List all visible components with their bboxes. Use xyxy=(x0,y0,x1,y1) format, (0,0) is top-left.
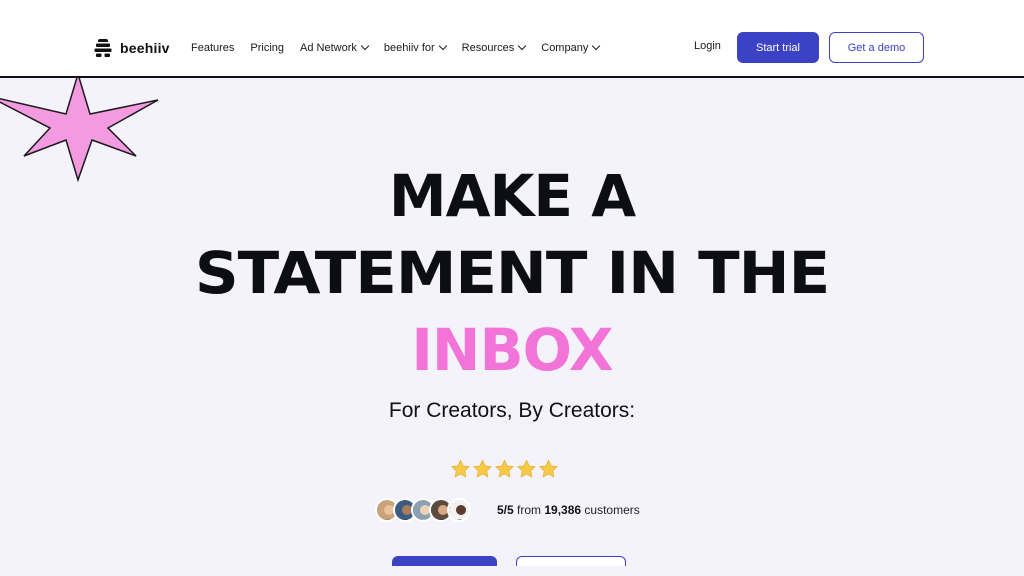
start-trial-button[interactable]: Start trial xyxy=(737,32,819,63)
customer-avatars xyxy=(375,498,471,522)
star-icon xyxy=(495,459,514,478)
hero-headline: MAKE A STATEMENT IN THE INBOX xyxy=(0,158,1024,389)
nav-item-beehiiv-for[interactable]: beehiiv for xyxy=(383,38,447,58)
headline-line-1: MAKE A xyxy=(388,162,636,230)
main-menu: Features Pricing Ad Network beehiiv for … xyxy=(191,38,615,58)
nav-item-pricing[interactable]: Pricing xyxy=(250,38,284,58)
nav-item-label: Features xyxy=(191,42,235,54)
hero-subtitle: For Creators, By Creators: xyxy=(388,399,636,422)
nav-item-label: beehiiv for xyxy=(383,42,435,54)
nav-item-label: Ad Network xyxy=(300,42,357,54)
rating-from: from xyxy=(517,503,542,517)
brand-logo[interactable]: beehiiv xyxy=(93,37,170,59)
hero-primary-button-partial[interactable] xyxy=(392,556,497,566)
nav-item-company[interactable]: Company xyxy=(541,38,601,58)
brand-name: beehiiv xyxy=(120,40,170,56)
headline-line-2: STATEMENT IN THE xyxy=(194,239,830,307)
hero-section: MAKE A STATEMENT IN THE INBOX For Creato… xyxy=(0,78,1024,576)
star-icon xyxy=(517,459,536,478)
avatar xyxy=(447,498,471,522)
login-link[interactable]: Login xyxy=(694,40,721,52)
top-nav: beehiiv Features Pricing Ad Network beeh… xyxy=(0,0,1024,78)
nav-item-features[interactable]: Features xyxy=(191,38,234,58)
star-icon xyxy=(473,459,492,478)
nav-item-label: Company xyxy=(541,42,589,54)
nav-item-label: Pricing xyxy=(250,42,285,54)
star-icon xyxy=(451,459,470,478)
rating-count: 19,386 xyxy=(544,503,582,517)
chevron-down-icon xyxy=(438,41,447,51)
nav-item-resources[interactable]: Resources xyxy=(461,38,527,58)
rating-summary: 5/5 from 19,386 customers xyxy=(497,503,640,517)
rating-customers: customers xyxy=(584,503,640,517)
rating-score: 5/5 xyxy=(497,503,514,517)
chevron-down-icon xyxy=(360,41,370,51)
nav-item-label: Resources xyxy=(461,42,515,54)
star-icon xyxy=(539,459,558,478)
get-demo-button[interactable]: Get a demo xyxy=(829,32,924,63)
chevron-down-icon xyxy=(518,41,527,51)
beehive-icon xyxy=(94,39,112,57)
nav-item-ad-network[interactable]: Ad Network xyxy=(300,38,370,58)
headline-accent: INBOX xyxy=(411,316,613,384)
chevron-down-icon xyxy=(592,41,601,51)
hero-secondary-button-partial[interactable] xyxy=(516,556,626,566)
rating-stars xyxy=(450,459,559,479)
